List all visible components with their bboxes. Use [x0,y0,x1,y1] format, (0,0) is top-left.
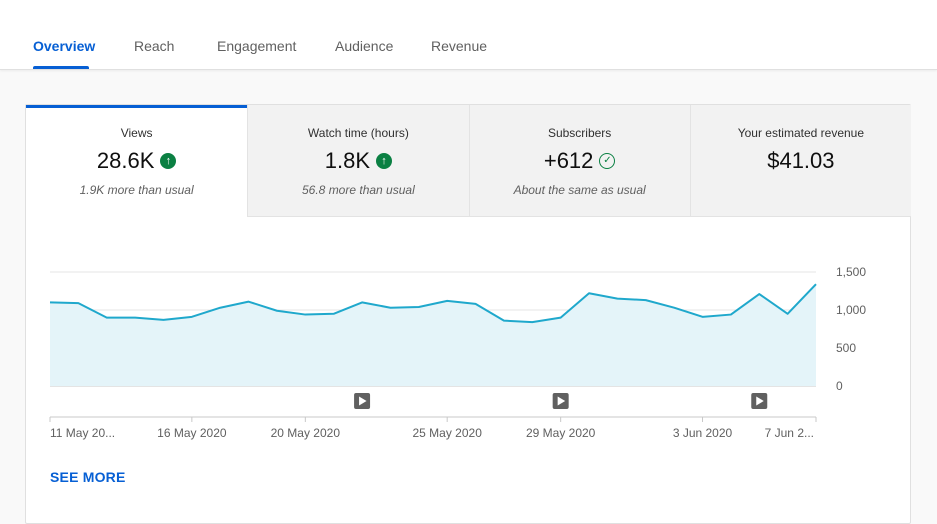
views-area [50,284,816,386]
x-tick-label: 16 May 2020 [157,426,227,440]
x-tick-label: 7 Jun 2... [765,426,814,440]
y-tick-label: 1,500 [836,265,866,279]
views-chart: 1,500 1,000 500 0 11 May 20... 16 May 2020 20 … [49,265,866,440]
y-tick-label: 1,000 [836,303,866,317]
y-tick-label: 0 [836,379,843,393]
x-tick-label: 20 May 2020 [271,426,341,440]
see-more-link[interactable]: SEE MORE [50,469,126,485]
x-tick-label: 3 Jun 2020 [673,426,733,440]
x-tick-label: 25 May 2020 [412,426,482,440]
x-tick-label: 11 May 20... [50,426,115,440]
x-tick-label: 29 May 2020 [526,426,596,440]
y-tick-label: 500 [836,341,856,355]
